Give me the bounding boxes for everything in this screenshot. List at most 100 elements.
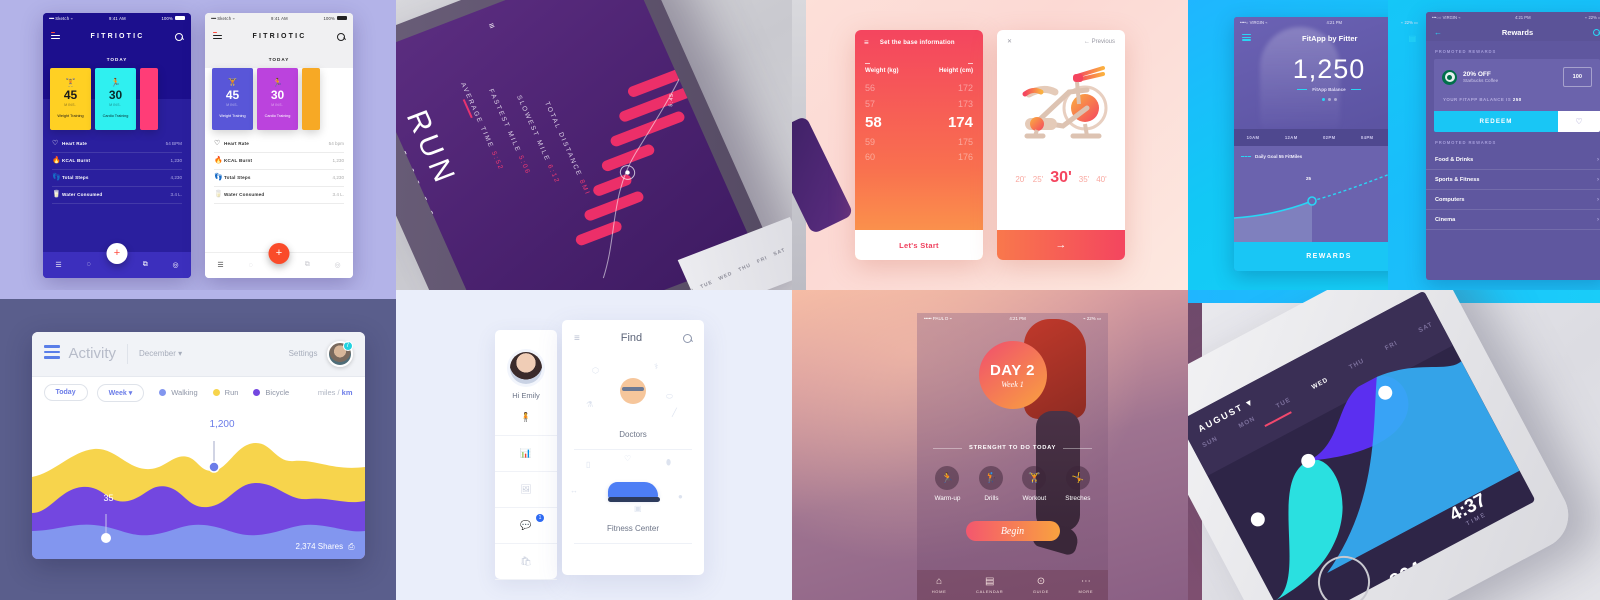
avatar[interactable]: 7	[326, 340, 353, 367]
menu-icon[interactable]	[51, 32, 60, 41]
carousel-pager[interactable]	[1234, 98, 1424, 101]
clock: 4:21 PM	[1514, 15, 1531, 20]
activity-drills[interactable]: 🏌 Drills	[979, 466, 1004, 502]
nav-profile-icon[interactable]: ◎	[334, 261, 340, 269]
search-icon[interactable]	[337, 32, 345, 41]
duration-option-selected[interactable]: 30'	[1050, 169, 1072, 187]
panel-daily-run: ≡ DAILY RUN AVERAGE TIME 5:52 FASTEST MI…	[396, 0, 792, 290]
sidebar-item-media[interactable]: 🖼	[495, 472, 557, 508]
search-icon[interactable]	[175, 32, 183, 41]
category-label: Computers	[1435, 196, 1465, 203]
filter-today[interactable]: Today	[43, 384, 88, 401]
friend-avatar[interactable]	[1465, 567, 1499, 600]
list-item[interactable]: Food & Drinks ›	[1426, 150, 1600, 170]
nav-calendar[interactable]: ▤ CALENDAR	[976, 576, 1003, 594]
activity-warmup[interactable]: 🏃 Warm-up	[934, 466, 961, 502]
nav-home[interactable]: ⌂ HOME	[932, 576, 947, 594]
training-card-weight[interactable]: 🏋 45 MINS. Weight Training	[212, 67, 253, 130]
list-item[interactable]: Cinema ›	[1426, 210, 1600, 230]
table-row[interactable]: 🥛 Water Consumed 3.4 L.	[52, 187, 182, 204]
picker-option-selected[interactable]: 58	[865, 114, 919, 131]
wallet-icon[interactable]: ▤	[1408, 34, 1416, 43]
nav-guide[interactable]: ⊙ GUIDE	[1033, 576, 1049, 594]
home-icon: ⌂	[936, 576, 943, 587]
table-row[interactable]: 👣 Total Steps 4,230	[52, 170, 182, 187]
training-card-weight[interactable]: 🏋 45 MINS. Weight Training	[50, 67, 91, 130]
picker-option[interactable]: 172	[919, 83, 973, 93]
training-card-next[interactable]	[302, 67, 320, 130]
lets-start-button[interactable]: Let's Start	[855, 230, 983, 260]
nav-profile-icon[interactable]: ◎	[172, 261, 178, 269]
search-icon[interactable]	[1593, 28, 1600, 36]
begin-button[interactable]: Begin	[965, 521, 1060, 541]
back-arrow-icon[interactable]: ←	[1434, 28, 1442, 37]
rule-right	[1063, 447, 1093, 449]
table-row[interactable]: 👣 Total Steps 4,230	[214, 170, 344, 187]
add-button[interactable]: +	[106, 242, 128, 264]
share-icon[interactable]: ⎙	[348, 542, 354, 552]
close-icon[interactable]: ✕	[1007, 38, 1012, 45]
picker-option[interactable]: 57	[865, 99, 919, 109]
find-section-doctors[interactable]: ⬡ ⚕ ⬭ ⚗ ╱ Doctors	[562, 356, 704, 449]
picker-option[interactable]: 173	[919, 99, 973, 109]
friend-avatar[interactable]	[1482, 542, 1515, 576]
avatar[interactable]	[510, 352, 542, 384]
picker-option[interactable]: 175	[919, 137, 973, 147]
activity-workout[interactable]: 🏋 Workout	[1022, 466, 1047, 502]
nav-activity-icon[interactable]: ◌	[248, 262, 252, 269]
duration-option[interactable]: 20'	[1015, 175, 1025, 184]
sidebar-item-profile[interactable]: 🧍	[495, 400, 557, 436]
chevron-right-icon: ›	[1597, 176, 1599, 183]
height-picker[interactable]: Height (cm) 172 173 174 175 176	[919, 63, 973, 168]
share-control[interactable]: 2,374 Shares ⎙	[296, 542, 355, 552]
table-row[interactable]: 🔥 KCAL Burnt 1,230	[52, 153, 182, 170]
menu-icon[interactable]: ≡	[487, 19, 498, 31]
picker-option[interactable]: 60	[865, 152, 919, 162]
menu-icon[interactable]	[1242, 33, 1251, 43]
find-section-fitness[interactable]: ▯ ♡ ⬮ ↔ ● ▣ Fitness Center	[562, 450, 704, 543]
next-button[interactable]: →	[997, 230, 1125, 260]
picker-option[interactable]: 56	[865, 83, 919, 93]
duration-option[interactable]: 35'	[1079, 175, 1089, 184]
redeem-button[interactable]: REDEEM	[1434, 111, 1558, 132]
panel-day-plan: ••••• PAUL D ⌁ 4:21 PM ⌁ 22% ▭ DAY 2 Wee…	[792, 290, 1188, 600]
nav-activity-icon[interactable]: ◌	[86, 261, 90, 268]
picker-option[interactable]: 176	[919, 152, 973, 162]
table-row[interactable]: ♡ Heart Rate 54 BPM	[52, 136, 182, 153]
battery-percent: 22%	[1404, 20, 1413, 25]
favorite-heart-icon[interactable]: ♡	[1558, 111, 1600, 132]
activity-stretches[interactable]: 🤸 Streches	[1065, 466, 1091, 502]
battery-percent: 100%	[323, 15, 335, 21]
search-icon[interactable]	[683, 333, 692, 343]
nav-more[interactable]: ⋯ MORE	[1078, 576, 1093, 594]
nav-cards-icon[interactable]: ⧉	[305, 261, 310, 269]
settings-link[interactable]: Settings	[289, 349, 318, 358]
month-dropdown[interactable]: December ▾	[139, 349, 182, 358]
table-row[interactable]: ♡ Heart Rate 54 bpm	[214, 136, 344, 153]
training-card-cardio[interactable]: 🏃 30 MINS. Cardio Training	[95, 67, 136, 130]
sidebar-item-store[interactable]: 🛍	[495, 544, 557, 580]
nav-list-icon[interactable]: ☰	[55, 261, 61, 269]
picker-option-selected[interactable]: 174	[919, 114, 973, 131]
nav-cards-icon[interactable]: ⧉	[143, 261, 148, 269]
training-card-cardio[interactable]: 🏃 30 MINS. Cardio Training	[257, 67, 298, 130]
menu-icon[interactable]	[213, 32, 222, 41]
nav-list-icon[interactable]: ☰	[217, 261, 223, 269]
menu-icon[interactable]	[43, 345, 60, 362]
friend-avatar[interactable]	[1448, 590, 1482, 600]
sidebar-item-stats[interactable]: 📊	[495, 436, 557, 472]
sidebar-item-messages[interactable]: 1 💬	[495, 508, 557, 544]
picker-option[interactable]: 59	[865, 137, 919, 147]
table-row[interactable]: 🔥 KCAL Burnt 1,230	[214, 153, 344, 170]
previous-button[interactable]: ← Previous	[1084, 39, 1115, 45]
list-item[interactable]: Sports & Fitness ›	[1426, 170, 1600, 190]
duration-option[interactable]: 40'	[1096, 175, 1106, 184]
add-button[interactable]: +	[268, 242, 290, 264]
filter-week[interactable]: Week ▾	[96, 383, 145, 402]
weight-picker[interactable]: Weight (kg) 56 57 58 59 60	[865, 63, 919, 168]
duration-picker[interactable]: 20' 25' 30' 35' 40'	[997, 163, 1125, 187]
table-row[interactable]: 🥛 Water Consumed 3.4 L.	[214, 187, 344, 204]
training-card-next[interactable]	[140, 67, 158, 130]
list-item[interactable]: Computers ›	[1426, 190, 1600, 210]
duration-option[interactable]: 25'	[1033, 175, 1043, 184]
